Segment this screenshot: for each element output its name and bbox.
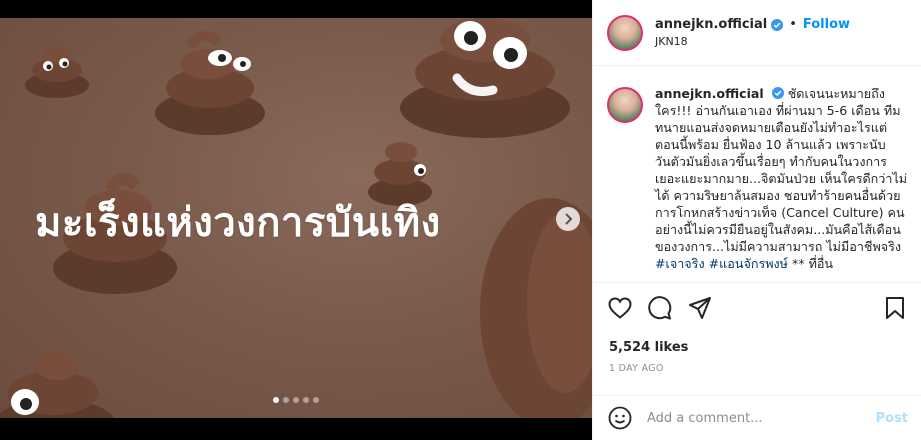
chevron-right-icon xyxy=(565,213,573,225)
carousel-next-button[interactable] xyxy=(556,207,580,231)
smiley-icon xyxy=(608,406,632,430)
avatar[interactable] xyxy=(607,87,643,123)
save-button[interactable] xyxy=(882,295,908,321)
verified-badge-icon xyxy=(771,87,784,99)
carousel-dot xyxy=(293,397,299,403)
carousel-dot xyxy=(283,397,289,403)
poop-emoji-graphic xyxy=(155,31,265,135)
carousel-dot xyxy=(273,397,279,403)
carousel-indicator xyxy=(0,397,592,403)
emoji-button[interactable] xyxy=(607,405,633,431)
comment-input[interactable] xyxy=(647,410,876,426)
location-link[interactable]: JKN18 xyxy=(655,35,850,48)
comment-button[interactable] xyxy=(647,295,673,321)
hashtag-links[interactable]: #เจาจริง #แอนจักรพงษ์ xyxy=(655,256,788,271)
poop-emoji-graphic xyxy=(400,18,570,138)
like-button[interactable] xyxy=(607,295,633,321)
post-comment-button[interactable]: Post xyxy=(876,411,908,426)
carousel-dot xyxy=(313,397,319,403)
bookmark-icon xyxy=(886,297,904,319)
share-button[interactable] xyxy=(687,295,713,321)
post-header: annejkn.official • Follow JKN18 xyxy=(593,0,921,66)
like-count[interactable]: 5,524 likes xyxy=(593,337,921,359)
add-comment-bar: Post xyxy=(593,395,921,440)
avatar[interactable] xyxy=(607,14,643,51)
post-actions: 5,524 likes 1 DAY AGO xyxy=(593,282,921,374)
verified-badge-icon xyxy=(771,18,784,31)
post-timestamp[interactable]: 1 DAY AGO xyxy=(593,363,921,374)
caption-tail-text: ** ที่อื่น xyxy=(787,256,834,271)
poop-emoji-graphic xyxy=(25,46,89,98)
follow-button[interactable]: Follow xyxy=(803,17,850,32)
post-media: มะเร็งแห่งวงการบันเทิง xyxy=(0,0,592,440)
caption-username-link[interactable]: annejkn.official xyxy=(655,86,764,101)
caption-text: ชัดเจนนะหมายถึงใคร!!! อ่านกันเอาเอง ที่ผ… xyxy=(655,86,908,254)
comment-bubble-icon xyxy=(648,296,672,320)
separator-dot: • xyxy=(789,17,797,32)
media-overlay-text: มะเร็งแห่งวงการบันเทิง xyxy=(35,200,441,246)
paper-plane-icon xyxy=(689,297,711,319)
caption-section: annejkn.official ชัดเจนนะหมายถึงใคร!!! อ่… xyxy=(593,67,921,282)
post-caption: annejkn.official ชัดเจนนะหมายถึงใคร!!! อ่… xyxy=(655,85,908,282)
carousel-dot xyxy=(303,397,309,403)
heart-icon xyxy=(608,297,632,319)
post-sidebar: annejkn.official • Follow JKN18 annejkn.… xyxy=(592,0,921,440)
username-link[interactable]: annejkn.official xyxy=(655,17,767,32)
poop-emoji-graphic xyxy=(0,352,114,418)
